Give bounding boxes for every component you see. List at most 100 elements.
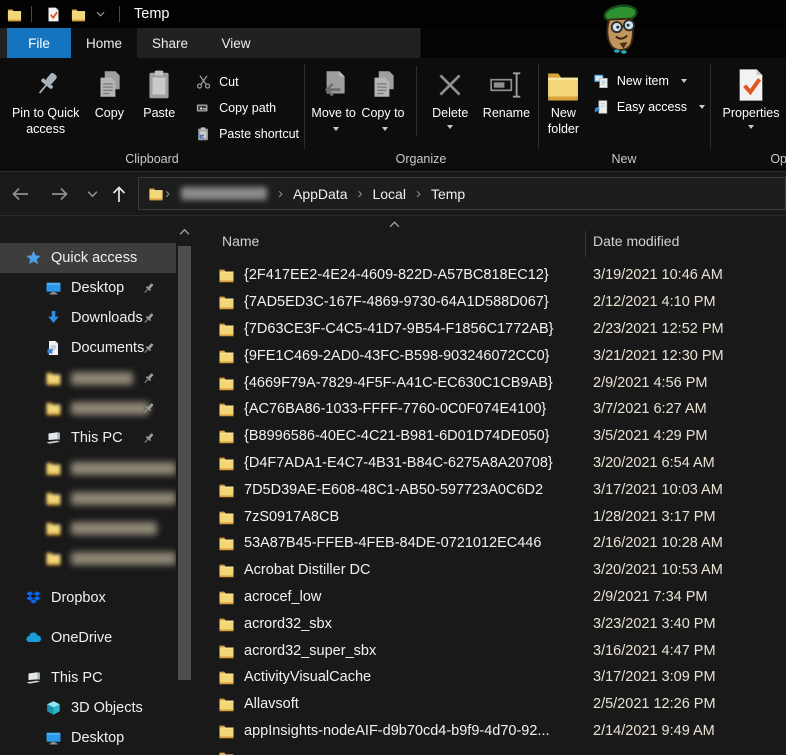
copy-to-label: Copy to [361, 106, 404, 120]
customize-dropdown-icon [96, 11, 105, 17]
sidebar-item-redacted[interactable] [0, 393, 176, 423]
sidebar-item-this-pc[interactable]: This PC [0, 663, 176, 693]
sidebar-item-quick-access[interactable]: Quick access [0, 243, 176, 273]
paste-shortcut-button[interactable]: Paste shortcut [192, 121, 302, 147]
sidebar-item-this-pc[interactable]: This PC [0, 423, 176, 453]
file-row[interactable]: {4669F79A-7829-4F5F-A41C-EC630C1CB9AB}2/… [193, 369, 786, 396]
file-row[interactable]: Acrobat Distiller DC3/20/2021 10:53 AM [193, 557, 786, 584]
breadcrumb-segment-redacted[interactable] [181, 187, 267, 200]
file-row[interactable]: 7zS0917A8CB1/28/2021 3:17 PM [193, 503, 786, 530]
qat-customize-button[interactable] [96, 11, 105, 17]
organize-group-label: Organize [304, 150, 538, 171]
file-row[interactable]: 7D5D39AE-E608-48C1-AB50-597723A0C6D23/17… [193, 476, 786, 503]
rename-button[interactable]: Rename [477, 62, 536, 122]
easy-access-button[interactable]: Easy access [590, 94, 708, 120]
file-name: 53A87B45-FFEB-4FEB-84DE-0721012EC446 [244, 535, 541, 551]
sidebar-item-dropbox[interactable]: Dropbox [0, 583, 176, 613]
sidebar-item-3d-objects[interactable]: 3D Objects [0, 693, 176, 723]
breadcrumb-segment-appdata[interactable]: AppData [284, 186, 356, 202]
desktop-icon [45, 730, 62, 746]
cut-button[interactable]: Cut [192, 69, 302, 95]
file-row[interactable]: 53A87B45-FFEB-4FEB-84DE-0721012EC4462/16… [193, 530, 786, 557]
recent-locations-button[interactable] [80, 177, 104, 211]
chevron-down-icon [87, 190, 98, 198]
copy-button[interactable]: Copy [85, 62, 133, 122]
file-row[interactable]: {B8996586-40EC-4C21-B981-6D01D74DE050}3/… [193, 423, 786, 450]
new-item-button[interactable]: New item [590, 68, 708, 94]
new-folder-button[interactable]: New folder [544, 62, 583, 137]
file-name: {7AD5ED3C-167F-4869-9730-64A1D588D067} [244, 294, 549, 310]
up-button[interactable] [104, 177, 134, 211]
appuals-mascot-logo [598, 2, 645, 60]
file-date-modified: 2/5/2021 12:26 PM [593, 696, 716, 712]
sidebar-item-label: Downloads [71, 310, 143, 326]
sidebar-item-documents[interactable]: Documents [0, 333, 176, 363]
file-row[interactable]: {7AD5ED3C-167F-4869-9730-64A1D588D067}2/… [193, 289, 786, 316]
file-row[interactable]: ActivityVisualCache3/17/2021 3:09 PM [193, 664, 786, 691]
sidebar-item-label: Dropbox [51, 590, 106, 606]
qat-new-folder-button[interactable] [71, 7, 86, 22]
sidebar-item-redacted[interactable] [0, 483, 176, 513]
file-date-modified: 3/17/2021 3:09 PM [593, 669, 716, 685]
file-row[interactable]: acrocef_low2/9/2021 7:34 PM [193, 584, 786, 611]
sidebar-item-desktop[interactable]: Desktop [0, 723, 176, 753]
forward-button[interactable] [40, 177, 80, 211]
address-bar[interactable]: ››AppData›Local›Temp [138, 177, 786, 210]
delete-button[interactable]: Delete [424, 62, 477, 129]
back-button[interactable] [0, 177, 40, 211]
file-row[interactable]: {7D63CE3F-C4C5-41D7-9B54-F1856C1772AB}2/… [193, 316, 786, 343]
ribbon-group-new: New folder New item Easy access New [538, 58, 710, 171]
file-row[interactable]: Allavsoft2/5/2021 12:26 PM [193, 691, 786, 718]
star-icon [25, 250, 42, 266]
folder-icon [218, 482, 235, 498]
tab-share[interactable]: Share [137, 28, 203, 58]
tab-view[interactable]: View [203, 28, 269, 58]
scrollbar-thumb[interactable] [178, 246, 191, 680]
properties-button[interactable]: Properties [716, 62, 786, 129]
tab-home[interactable]: Home [71, 28, 137, 58]
breadcrumb-chevron-icon[interactable]: › [356, 185, 363, 202]
move-to-button[interactable]: Move to [310, 62, 357, 137]
breadcrumb-segment-local[interactable]: Local [363, 186, 414, 202]
sidebar-item-redacted[interactable] [0, 513, 176, 543]
paste-button[interactable]: Paste [133, 62, 185, 122]
file-row[interactable]: appInsights-nodeAIF-d9b70cd4-b9f9-4d70-9… [193, 718, 786, 745]
breadcrumb-chevron-icon[interactable]: › [164, 185, 171, 202]
sidebar-item-redacted[interactable] [0, 453, 176, 483]
sidebar-scrollbar[interactable] [176, 216, 193, 755]
back-arrow-icon [10, 184, 30, 204]
qat-properties-button[interactable] [46, 7, 61, 22]
breadcrumb: ››AppData›Local›Temp [164, 185, 474, 202]
thispc-icon [45, 430, 62, 446]
paste-shortcut-icon [195, 126, 212, 142]
folder-icon [218, 616, 235, 632]
column-resize-handle[interactable] [585, 231, 586, 257]
file-row[interactable]: acrord32_sbx3/23/2021 3:40 PM [193, 610, 786, 637]
sidebar-item-downloads[interactable]: Downloads [0, 303, 176, 333]
sidebar-item-onedrive[interactable]: OneDrive [0, 623, 176, 653]
scrollbar-up-arrow-icon[interactable] [179, 228, 190, 236]
file-row[interactable]: {9FE1C469-2AD0-43FC-B598-903246072CC0}3/… [193, 342, 786, 369]
file-row[interactable]: {2F417EE2-4E24-4609-822D-A57BC818EC12}3/… [193, 262, 786, 289]
sidebar-item-redacted[interactable] [0, 543, 176, 573]
file-row[interactable]: acrord32_super_sbx3/16/2021 4:47 PM [193, 637, 786, 664]
breadcrumb-chevron-icon[interactable]: › [277, 185, 284, 202]
file-row[interactable]: {D4F7ADA1-E4C7-4B31-B84C-6275A8A20708}3/… [193, 450, 786, 477]
copy-path-button[interactable]: Copy path [192, 95, 302, 121]
clipboard-paste-icon [142, 64, 176, 106]
sidebar-item-redacted[interactable] [0, 363, 176, 393]
breadcrumb-segment-temp[interactable]: Temp [422, 186, 474, 202]
pushpin-icon [29, 64, 63, 106]
tab-file[interactable]: File [7, 28, 71, 58]
sidebar-item-desktop[interactable]: Desktop [0, 273, 176, 303]
file-date-modified: 2/23/2021 12:52 PM [593, 321, 724, 337]
column-header-name[interactable]: Name [222, 233, 259, 249]
folder-icon [218, 455, 235, 471]
breadcrumb-chevron-icon[interactable]: › [415, 185, 422, 202]
copy-to-button[interactable]: Copy to [357, 62, 408, 137]
rename-label: Rename [483, 106, 530, 122]
file-row[interactable] [193, 744, 786, 755]
column-header-date-modified[interactable]: Date modified [593, 233, 679, 249]
pin-to-quick-access-button[interactable]: Pin to Quick access [6, 62, 85, 137]
file-row[interactable]: {AC76BA86-1033-FFFF-7760-0C0F074E4100}3/… [193, 396, 786, 423]
